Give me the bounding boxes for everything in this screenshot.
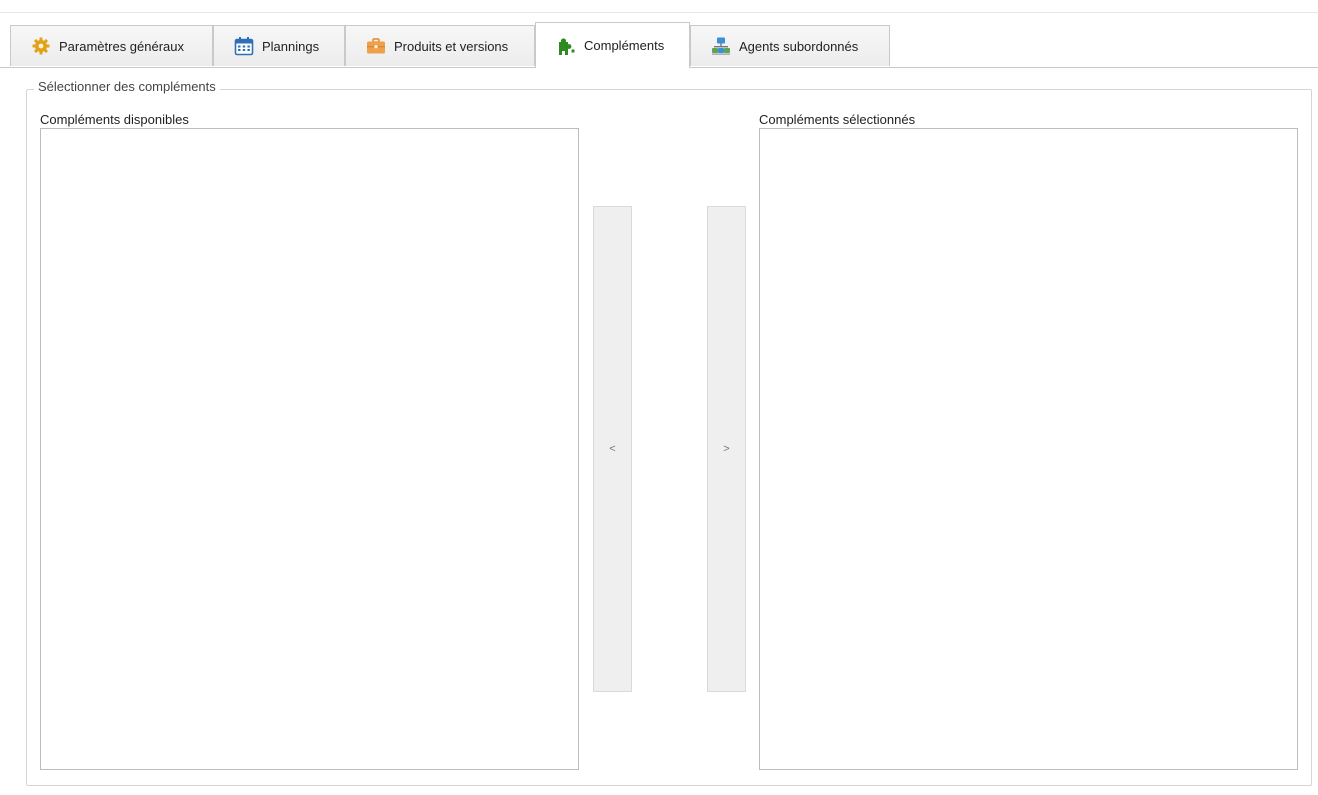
tab-bar: Paramètres généraux Plannings Produits e… — [10, 22, 1318, 68]
tab-label: Produits et versions — [394, 38, 509, 54]
tab-complements[interactable]: Compléments — [535, 22, 690, 68]
briefcase-icon — [366, 36, 386, 56]
available-list-label: Compléments disponibles — [40, 112, 189, 127]
available-complements-list[interactable] — [40, 128, 579, 770]
tab-plannings[interactable]: Plannings — [213, 25, 345, 66]
selected-list-label: Compléments sélectionnés — [759, 112, 916, 127]
tab-label: Plannings — [262, 38, 320, 54]
groupbox-legend: Sélectionner des compléments — [34, 79, 220, 94]
tab-label: Compléments — [584, 38, 665, 53]
selected-complements-list[interactable] — [759, 128, 1298, 770]
move-left-button[interactable]: < — [593, 206, 632, 692]
move-right-button[interactable]: > — [707, 206, 746, 692]
tab-agents-subordonnes[interactable]: Agents subordonnés — [690, 25, 890, 66]
puzzle-icon — [556, 36, 576, 56]
gear-icon — [31, 36, 51, 56]
tab-produits-et-versions[interactable]: Produits et versions — [345, 25, 535, 66]
network-icon — [711, 36, 731, 56]
tab-label: Paramètres généraux — [59, 38, 185, 54]
calendar-icon — [234, 36, 254, 56]
top-divider — [0, 12, 1318, 13]
tab-parametres-generaux[interactable]: Paramètres généraux — [10, 25, 213, 66]
tab-label: Agents subordonnés — [739, 38, 859, 54]
